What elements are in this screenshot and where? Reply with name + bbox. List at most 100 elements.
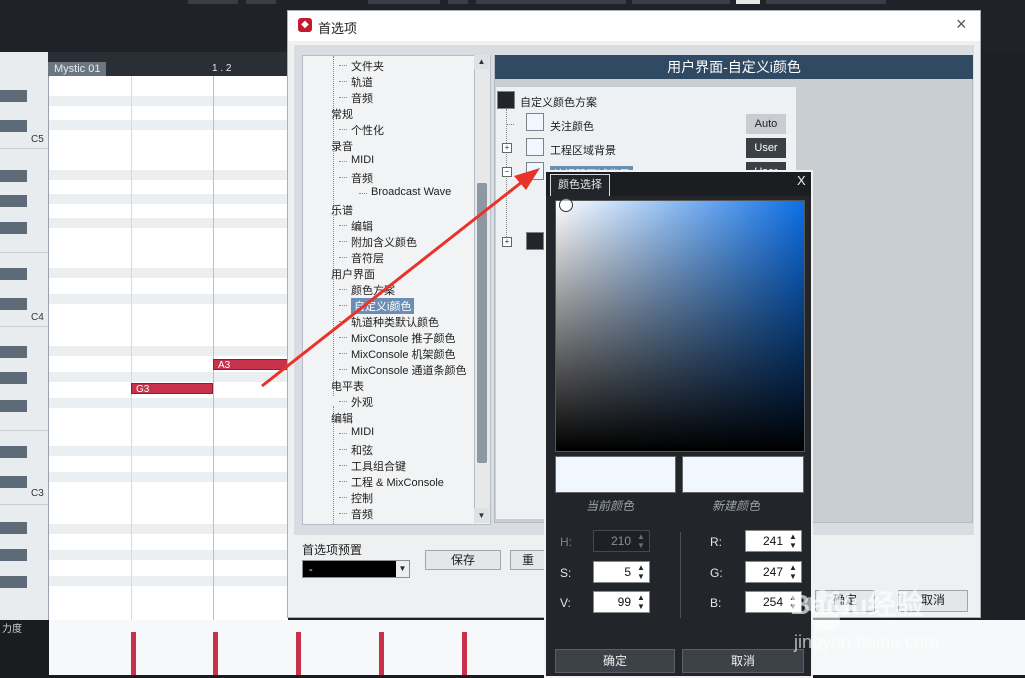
clip-name-tag[interactable]: Mystic 01: [48, 62, 106, 77]
tree-item[interactable]: 外观: [351, 394, 373, 410]
close-icon[interactable]: X: [797, 173, 806, 188]
black-key[interactable]: [0, 576, 27, 588]
tree-item[interactable]: Broadcast Wave: [371, 186, 451, 198]
tree-item[interactable]: 编辑: [351, 218, 373, 234]
tree-item[interactable]: 音符层: [351, 250, 384, 266]
tree-item[interactable]: 自定义i颜色: [351, 298, 415, 314]
tree-item[interactable]: 附加含义颜色: [351, 234, 417, 250]
picker-ok-button[interactable]: 确定: [555, 649, 675, 673]
toolbar-control[interactable]: [766, 0, 886, 4]
tree-item[interactable]: 颜色方案: [351, 282, 395, 298]
new-color-swatch: [682, 456, 804, 493]
velocity-bar[interactable]: [379, 632, 384, 675]
velocity-bar[interactable]: [213, 632, 218, 675]
tree-item[interactable]: 电平表: [331, 378, 364, 394]
black-key[interactable]: [0, 549, 27, 561]
dialog-titlebar[interactable]: ◆ 首选项 ×: [288, 11, 980, 41]
black-key[interactable]: [0, 400, 27, 412]
scrollbar-thumb[interactable]: [477, 183, 487, 463]
toolbar-control[interactable]: [476, 0, 626, 4]
tree-item[interactable]: MixConsole 通道条颜色: [351, 362, 467, 378]
tree-item[interactable]: 编辑: [331, 410, 353, 426]
tree-item[interactable]: MIDI: [351, 426, 374, 438]
value-label: V:: [560, 596, 571, 610]
divider: [680, 532, 681, 618]
auto-button[interactable]: Auto: [746, 114, 786, 134]
cubase-logo-icon: ◆: [298, 18, 312, 32]
collapse-icon[interactable]: −: [502, 167, 512, 177]
black-key[interactable]: [0, 346, 27, 358]
scheme-root-label: 自定义颜色方案: [520, 97, 597, 109]
color-swatch[interactable]: [526, 162, 544, 180]
black-key[interactable]: [0, 195, 27, 207]
midi-note-a3[interactable]: A3: [213, 359, 288, 371]
black-key[interactable]: [0, 90, 27, 102]
midi-note-g3[interactable]: G3: [131, 383, 213, 395]
toolbar-control[interactable]: [736, 0, 760, 4]
black-key[interactable]: [0, 298, 27, 310]
tree-item[interactable]: 乐谱: [331, 202, 353, 218]
tree-item[interactable]: 工具: [351, 522, 373, 524]
close-icon[interactable]: ×: [956, 14, 967, 35]
tree-item[interactable]: 工程 & MixConsole: [351, 474, 444, 490]
color-swatch[interactable]: [526, 113, 544, 131]
toolbar-control[interactable]: [246, 0, 276, 4]
tree-item[interactable]: 常规: [331, 106, 353, 122]
scheme-item-label[interactable]: 关注颜色: [550, 118, 594, 134]
black-key[interactable]: [0, 268, 27, 280]
saturation-value-field[interactable]: [555, 200, 805, 452]
chevron-down-icon[interactable]: ▼: [396, 561, 409, 577]
picker-cancel-button[interactable]: 取消: [682, 649, 804, 673]
black-key[interactable]: [0, 222, 27, 234]
velocity-bar[interactable]: [296, 632, 301, 675]
scheme-item-label[interactable]: 工程区域背景: [550, 142, 616, 158]
expand-icon[interactable]: +: [502, 143, 512, 153]
tree-item[interactable]: MixConsole 推子颜色: [351, 330, 456, 346]
tree-item[interactable]: 文件夹: [351, 58, 384, 74]
value-stepper-icon[interactable]: ▲ ▼: [636, 593, 646, 611]
tree-item[interactable]: 轨道种类默认颜色: [351, 314, 439, 330]
toolbar-control[interactable]: [368, 0, 440, 4]
key-label-c4: C4: [31, 312, 44, 323]
rename-button[interactable]: 重: [510, 550, 546, 570]
preferences-tree[interactable]: 文件夹 轨道 音频 常规 个性化 录音 MIDI 音频 Broadcast Wave 乐谱 编辑 附加…: [302, 55, 491, 525]
save-button[interactable]: 保存: [425, 550, 501, 570]
saturation-stepper-icon[interactable]: ▲ ▼: [636, 563, 646, 581]
color-cursor[interactable]: [559, 198, 573, 212]
toolbar-control[interactable]: [188, 0, 238, 4]
tree-item[interactable]: MixConsole 机架颜色: [351, 346, 456, 362]
tree-item[interactable]: 控制: [351, 490, 373, 506]
tree-item[interactable]: 个性化: [351, 122, 384, 138]
tree-item[interactable]: 录音: [331, 138, 353, 154]
black-key[interactable]: [0, 372, 27, 384]
tree-item[interactable]: 工具组合键: [351, 458, 406, 474]
tree-item[interactable]: 和弦: [351, 442, 373, 458]
preset-dropdown[interactable]: -: [302, 560, 410, 578]
tree-item[interactable]: 用户界面: [331, 266, 375, 282]
hue-stepper-icon: ▲ ▼: [637, 532, 645, 550]
tree-item[interactable]: 音频: [351, 90, 373, 106]
color-swatch[interactable]: [526, 232, 544, 250]
black-key[interactable]: [0, 170, 27, 182]
tree-item[interactable]: 音频: [351, 170, 373, 186]
scroll-down-icon[interactable]: ▼: [474, 508, 489, 523]
black-key[interactable]: [0, 476, 27, 488]
toolbar-control[interactable]: [448, 0, 468, 4]
black-key[interactable]: [0, 446, 27, 458]
tree-item[interactable]: 轨道: [351, 74, 373, 90]
user-button[interactable]: User: [746, 138, 786, 158]
piano-keyboard[interactable]: C5 C4 C3: [0, 52, 49, 620]
velocity-bar[interactable]: [131, 632, 136, 675]
scroll-up-icon[interactable]: ▲: [474, 55, 489, 69]
green-label: G:: [710, 566, 723, 580]
red-stepper-icon[interactable]: ▲ ▼: [788, 532, 798, 550]
velocity-bar[interactable]: [462, 632, 467, 675]
expand-icon[interactable]: +: [502, 237, 512, 247]
color-swatch[interactable]: [526, 138, 544, 156]
tree-item[interactable]: MIDI: [351, 154, 374, 166]
tree-item[interactable]: 音频: [351, 506, 373, 522]
black-key[interactable]: [0, 120, 27, 132]
black-key[interactable]: [0, 522, 27, 534]
piano-roll-grid[interactable]: A3 G3: [49, 76, 288, 620]
toolbar-control[interactable]: [632, 0, 730, 4]
